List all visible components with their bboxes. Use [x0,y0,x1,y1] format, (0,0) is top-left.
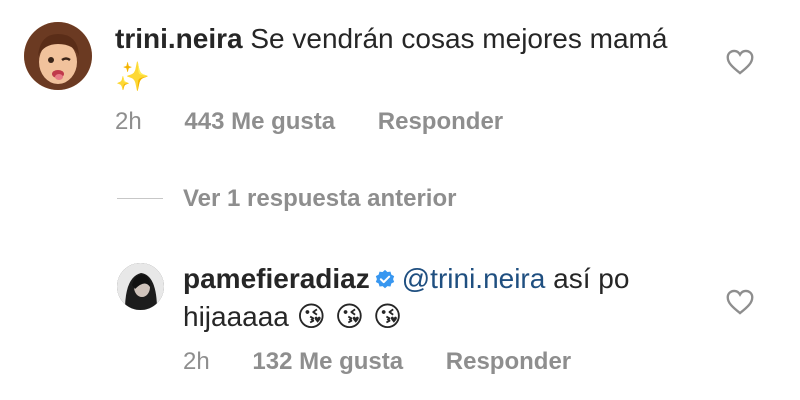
avatar[interactable] [24,22,92,90]
reply-button[interactable]: Responder [378,108,503,135]
comment-body: trini.neira Se vendrán cosas mejores mam… [115,20,675,96]
view-replies-button[interactable]: Ver 1 respuesta anterior [183,185,456,213]
kiss-emojis: 😘 😘 😘 [296,300,403,333]
comment-text: Se vendrán cosas mejores mamá [250,23,668,54]
likes-count[interactable]: 132 Me gusta [252,348,403,375]
comment-username[interactable]: trini.neira [115,23,243,54]
mention-link[interactable]: @trini.neira [402,263,546,294]
reply-button[interactable]: Responder [446,348,571,375]
comment-time: 2h [115,108,142,135]
comment-time: 2h [183,348,210,375]
profile-photo-icon [117,263,164,310]
verified-badge-icon [375,269,394,289]
comment-meta: 2h 443 Me gusta Responder [115,108,539,136]
replies-divider [117,198,163,199]
sparkles-emoji: ✨ [115,60,150,93]
avatar[interactable] [117,263,164,310]
memoji-avatar-icon [24,22,92,90]
likes-count[interactable]: 443 Me gusta [184,108,335,135]
like-heart-icon[interactable] [726,289,754,315]
comments-panel: trini.neira Se vendrán cosas mejores mam… [0,0,800,400]
comment-meta: 2h 132 Me gusta Responder [183,348,607,376]
comment-username[interactable]: pamefieradiaz [183,263,370,294]
comment-body: pamefieradiaz @trini.neira así po hijaaa… [183,260,703,336]
like-heart-icon[interactable] [726,49,754,75]
